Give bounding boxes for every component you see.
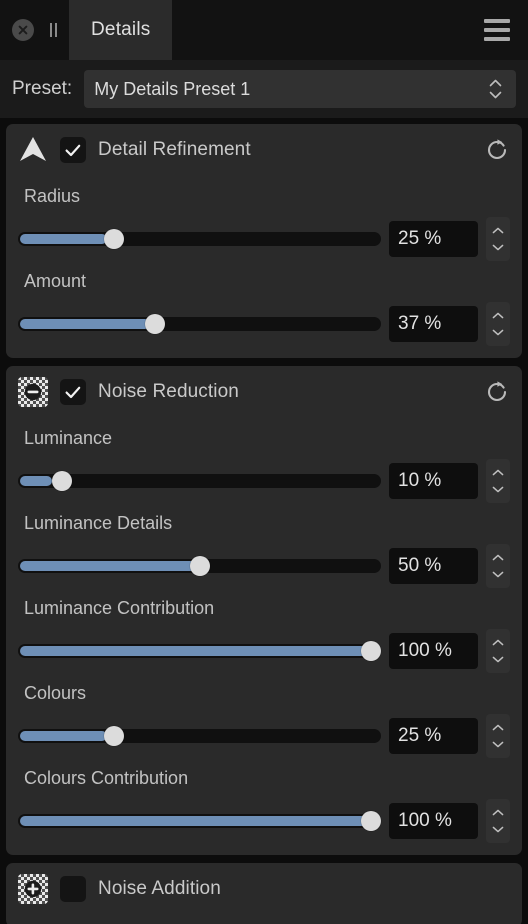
slider[interactable] xyxy=(18,229,381,249)
slider-fill xyxy=(20,476,53,486)
tab-details-label: Details xyxy=(91,19,151,40)
noise-minus-icon xyxy=(18,377,48,407)
control-label: Colours xyxy=(24,683,87,703)
details-panel-window: Details Preset: My Details Preset 1 Deta… xyxy=(0,0,528,924)
control-colours-contribution: Colours Contribution 100 % xyxy=(18,758,510,843)
slider[interactable] xyxy=(18,556,381,576)
reset-button-noise-reduction[interactable] xyxy=(484,379,510,405)
slider-thumb[interactable] xyxy=(52,471,73,491)
slider-thumb[interactable] xyxy=(103,229,124,249)
slider-thumb[interactable] xyxy=(189,556,210,576)
value-stepper[interactable] xyxy=(486,459,510,503)
menu-bar-2 xyxy=(484,28,510,32)
slider[interactable] xyxy=(18,811,381,831)
control-label: Radius xyxy=(24,186,81,206)
control-amount: Amount 37 % xyxy=(18,261,510,346)
control-luminance-details: Luminance Details 50 % xyxy=(18,503,510,588)
slider-fill xyxy=(20,816,379,826)
slider[interactable] xyxy=(18,314,381,334)
value-field[interactable]: 100 % xyxy=(389,803,478,839)
value-field[interactable]: 50 % xyxy=(389,548,478,584)
close-circle-icon[interactable] xyxy=(12,19,34,41)
panel-header-noise-addition: Noise Addition xyxy=(18,863,510,915)
control-luminance: Luminance 10 % xyxy=(18,418,510,503)
value-field[interactable]: 100 % xyxy=(389,633,478,669)
control-row: 25 % xyxy=(18,714,510,758)
slider-fill xyxy=(20,561,198,571)
up-down-chevron-icon[interactable] xyxy=(489,79,506,99)
title-bar: Details xyxy=(0,0,528,60)
panel-title-noise-reduction: Noise Reduction xyxy=(98,381,239,402)
control-radius: Radius 25 % xyxy=(18,176,510,261)
noise-plus-icon xyxy=(18,874,48,904)
value-stepper[interactable] xyxy=(486,217,510,261)
pause-bar-left xyxy=(50,23,52,37)
panel-noise-addition: Noise Addition xyxy=(6,863,522,924)
menu-bar-1 xyxy=(484,19,510,23)
panel-title-detail-refinement: Detail Refinement xyxy=(98,139,251,160)
value-field[interactable]: 37 % xyxy=(389,306,478,342)
control-row: 37 % xyxy=(18,302,510,346)
title-bar-left-controls xyxy=(0,0,59,60)
tab-details[interactable]: Details xyxy=(69,0,173,60)
slider-fill xyxy=(20,731,107,741)
checkbox-detail-refinement[interactable] xyxy=(60,137,86,163)
checkbox-noise-reduction[interactable] xyxy=(60,379,86,405)
checkbox-noise-addition[interactable] xyxy=(60,876,86,902)
slider-thumb[interactable] xyxy=(361,811,381,831)
value-stepper[interactable] xyxy=(486,714,510,758)
slider-thumb[interactable] xyxy=(361,641,381,661)
slider[interactable] xyxy=(18,471,381,491)
arrowhead-up-icon xyxy=(18,135,48,165)
panel-header-detail-refinement: Detail Refinement xyxy=(18,124,510,176)
value-stepper[interactable] xyxy=(486,799,510,843)
menu-bar-3 xyxy=(484,37,510,41)
control-row: 100 % xyxy=(18,629,510,673)
value-field[interactable]: 10 % xyxy=(389,463,478,499)
control-label: Amount xyxy=(24,271,87,291)
control-label: Luminance Contribution xyxy=(24,598,215,618)
pause-bar-right xyxy=(55,23,57,37)
slider-fill xyxy=(20,234,107,244)
preset-selected-value: My Details Preset 1 xyxy=(94,78,251,99)
control-row: 50 % xyxy=(18,544,510,588)
slider-thumb[interactable] xyxy=(144,314,165,334)
noise-checkerboard-swatch xyxy=(18,377,48,407)
control-label: Luminance Details xyxy=(24,513,173,533)
control-row: 100 % xyxy=(18,799,510,843)
value-stepper[interactable] xyxy=(486,544,510,588)
control-luminance-contribution: Luminance Contribution 100 % xyxy=(18,588,510,673)
panel-detail-refinement: Detail Refinement Radius 25 % Amount 37 % xyxy=(6,124,522,358)
control-row: 25 % xyxy=(18,217,510,261)
noise-checkerboard-swatch xyxy=(18,874,48,904)
value-stepper[interactable] xyxy=(486,302,510,346)
panel-noise-reduction: Noise Reduction Luminance 10 % Luminance De… xyxy=(6,366,522,855)
reset-button-detail-refinement[interactable] xyxy=(484,137,510,163)
slider-fill xyxy=(20,319,151,329)
preset-row: Preset: My Details Preset 1 xyxy=(0,60,528,118)
control-row: 10 % xyxy=(18,459,510,503)
slider-track xyxy=(18,474,381,488)
slider[interactable] xyxy=(18,726,381,746)
panel-title-noise-addition: Noise Addition xyxy=(98,878,221,899)
slider-thumb[interactable] xyxy=(103,726,124,746)
panel-header-noise-reduction: Noise Reduction xyxy=(18,366,510,418)
slider-fill xyxy=(20,646,379,656)
control-colours: Colours 25 % xyxy=(18,673,510,758)
panel-list: Detail Refinement Radius 25 % Amount 37 % Noi… xyxy=(0,118,528,924)
control-label: Luminance xyxy=(24,428,113,448)
hamburger-menu-icon[interactable] xyxy=(474,0,528,60)
value-field[interactable]: 25 % xyxy=(389,718,478,754)
control-label: Colours Contribution xyxy=(24,768,189,788)
slider[interactable] xyxy=(18,641,381,661)
value-field[interactable]: 25 % xyxy=(389,221,478,257)
preset-dropdown[interactable]: My Details Preset 1 xyxy=(84,70,516,108)
pause-icon[interactable] xyxy=(48,23,59,37)
preset-label: Preset: xyxy=(12,78,73,99)
title-bar-spacer xyxy=(172,0,474,60)
value-stepper[interactable] xyxy=(486,629,510,673)
